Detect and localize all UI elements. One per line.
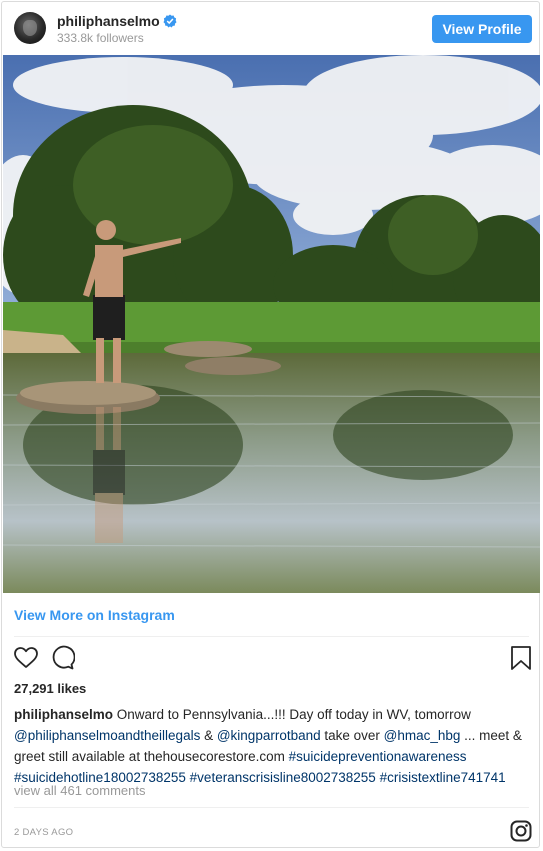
view-profile-button[interactable]: View Profile (432, 15, 532, 43)
avatar[interactable] (14, 12, 46, 44)
heart-icon[interactable] (13, 645, 39, 671)
hashtag-link[interactable]: #crisistextline741741 (380, 770, 506, 785)
instagram-logo-icon[interactable] (510, 820, 532, 842)
hashtag-link[interactable]: #suicidepreventionawareness (289, 749, 467, 764)
caption-username[interactable]: philiphanselmo (14, 707, 113, 722)
post-photo-image (3, 55, 540, 593)
view-more-link[interactable]: View More on Instagram (14, 607, 175, 623)
post-header: philiphanselmo 333.8k followers View Pro… (2, 2, 539, 55)
instagram-embed-card: philiphanselmo 333.8k followers View Pro… (1, 1, 540, 848)
likes-count[interactable]: 27,291 likes (14, 681, 86, 696)
comment-bubble-icon[interactable] (49, 645, 75, 671)
verified-badge-icon (163, 14, 177, 28)
post-timestamp: 2 DAYS AGO (14, 827, 74, 838)
followers-count: 333.8k followers (57, 31, 144, 45)
avatar-face (23, 20, 37, 36)
username[interactable]: philiphanselmo (57, 13, 160, 29)
mention-link[interactable]: @kingparrotband (217, 728, 321, 743)
caption-text: & (200, 728, 217, 743)
caption-text: Onward to Pennsylvania...!!! Day off tod… (113, 707, 471, 722)
post-photo[interactable] (3, 55, 540, 593)
divider (14, 807, 529, 808)
view-comments-link[interactable]: view all 461 comments (14, 783, 146, 798)
hashtag-link[interactable]: #veteranscrisisline8002738255 (190, 770, 376, 785)
mention-link[interactable]: @hmac_hbg (384, 728, 461, 743)
caption-text: take over (320, 728, 384, 743)
divider (14, 636, 529, 637)
post-caption: philiphanselmo Onward to Pennsylvania...… (14, 704, 529, 788)
bookmark-icon[interactable] (508, 645, 534, 671)
mention-link[interactable]: @philiphanselmoandtheillegals (14, 728, 200, 743)
